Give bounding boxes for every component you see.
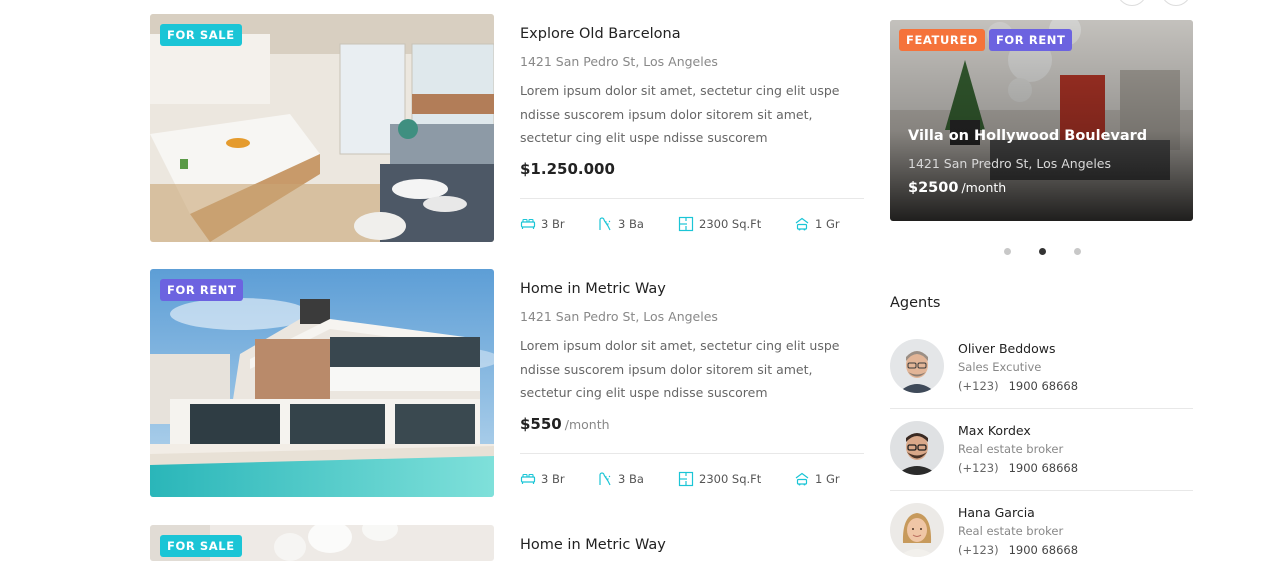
baths-value: 3 Ba [618,472,644,486]
slider-prev-button[interactable] [1117,0,1147,6]
listing-card[interactable]: FOR SALE Home in Metric Way [150,525,864,561]
villa-photo [150,269,494,497]
area-value: 2300 Sq.Ft [699,217,762,231]
listing-description: Lorem ipsum dolor sit amet, sectetur cin… [520,338,840,400]
listing-title[interactable]: Explore Old Barcelona [520,26,681,42]
agent-role: Real estate broker [958,442,1064,456]
listing-card[interactable]: FOR SALE Explore Old Barcelona 1421 San … [150,14,864,242]
listing-price: $550/month [520,415,610,433]
phone-number[interactable]: 1900 68668 [1009,379,1079,393]
listing-price: $1.250.000 [520,160,618,178]
phone-number[interactable]: 1900 68668 [1009,543,1079,557]
featured-badge: FEATURED [899,29,985,51]
slider-dot-3[interactable] [1074,248,1081,255]
listing-address: 1421 San Pedro St, Los Angeles [520,54,718,69]
for-rent-badge: FOR RENT [160,279,244,301]
agent-photo [890,503,944,557]
agent-card[interactable]: Max Kordex Real estate broker (+123) 1900… [890,421,1193,503]
agent-name[interactable]: Max Kordex [958,423,1031,438]
featured-price: $2500/month [908,180,1006,196]
agent-photo [890,421,944,475]
listing-title[interactable]: Home in Metric Way [520,281,666,297]
phone-number[interactable]: 1900 68668 [1009,461,1079,475]
price-value: $550 [520,415,562,433]
phone-code: (+123) [958,543,999,557]
baths-value: 3 Ba [618,217,644,231]
featured-title[interactable]: Villa on Hollywood Boulevard [908,128,1147,144]
agent-phone: (+123) 1900 68668 [958,543,1078,557]
car-icon [794,471,810,487]
beds-value: 3 Br [541,217,565,231]
listing-photo[interactable] [150,14,494,242]
for-sale-badge: FOR SALE [160,24,242,46]
feature-baths: 3 Ba [597,216,678,232]
divider [520,198,864,199]
agent-photo [890,339,944,393]
agent-role: Real estate broker [958,524,1064,538]
listing-address: 1421 San Pedro St, Los Angeles [520,309,718,324]
agent-name[interactable]: Hana Garcia [958,505,1035,520]
feature-area: 2300 Sq.Ft [678,216,794,232]
slider-dot-2[interactable] [1039,248,1046,255]
agents-heading: Agents [890,295,941,311]
featured-badges: FEATURED FOR RENT [899,29,1073,51]
feature-area: 2300 Sq.Ft [678,471,794,487]
avatar[interactable] [890,421,944,475]
price-value: $2500 [908,180,959,196]
agent-phone: (+123) 1900 68668 [958,461,1078,475]
agent-name[interactable]: Oliver Beddows [958,341,1056,356]
divider [520,453,864,454]
garage-value: 1 Gr [815,472,840,486]
price-period: /month [564,417,610,432]
price-period: /month [961,180,1007,195]
feature-beds: 3 Br [520,471,597,487]
floorplan-icon [678,216,694,232]
agent-phone: (+123) 1900 68668 [958,379,1078,393]
divider [890,490,1193,491]
feature-garage: 1 Gr [794,471,840,487]
bed-icon [520,216,536,232]
feature-garage: 1 Gr [794,216,840,232]
agent-role: Sales Excutive [958,360,1042,374]
featured-property-card[interactable]: FEATURED FOR RENT Villa on Hollywood Bou… [890,20,1193,221]
avatar[interactable] [890,503,944,557]
area-value: 2300 Sq.Ft [699,472,762,486]
slider-pagination [1004,248,1081,255]
agent-card[interactable]: Hana Garcia Real estate broker (+123) 190… [890,503,1193,561]
listing-features: 3 Br 3 Ba 2300 Sq.Ft 1 Gr [520,216,864,232]
for-rent-badge: FOR RENT [988,29,1073,51]
phone-code: (+123) [958,379,999,393]
garage-value: 1 Gr [815,217,840,231]
feature-beds: 3 Br [520,216,597,232]
agent-card[interactable]: Oliver Beddows Sales Excutive (+123) 1900… [890,339,1193,421]
listing-features: 3 Br 3 Ba 2300 Sq.Ft 1 Gr [520,471,864,487]
listing-description: Lorem ipsum dolor sit amet, sectetur cin… [520,83,840,145]
divider [890,408,1193,409]
slider-next-button[interactable] [1161,0,1191,6]
feature-baths: 3 Ba [597,471,678,487]
beds-value: 3 Br [541,472,565,486]
slider-dot-1[interactable] [1004,248,1011,255]
kitchen-photo [150,14,494,242]
listing-title[interactable]: Home in Metric Way [520,537,666,553]
floorplan-icon [678,471,694,487]
car-icon [794,216,810,232]
for-sale-badge: FOR SALE [160,535,242,557]
avatar[interactable] [890,339,944,393]
bath-icon [597,471,613,487]
listing-card[interactable]: FOR RENT Home in Metric Way 1421 San Ped… [150,269,864,497]
price-value: $1.250.000 [520,160,615,178]
featured-address: 1421 San Predro St, Los Angeles [908,156,1112,171]
phone-code: (+123) [958,461,999,475]
bed-icon [520,471,536,487]
bath-icon [597,216,613,232]
listing-photo[interactable] [150,269,494,497]
